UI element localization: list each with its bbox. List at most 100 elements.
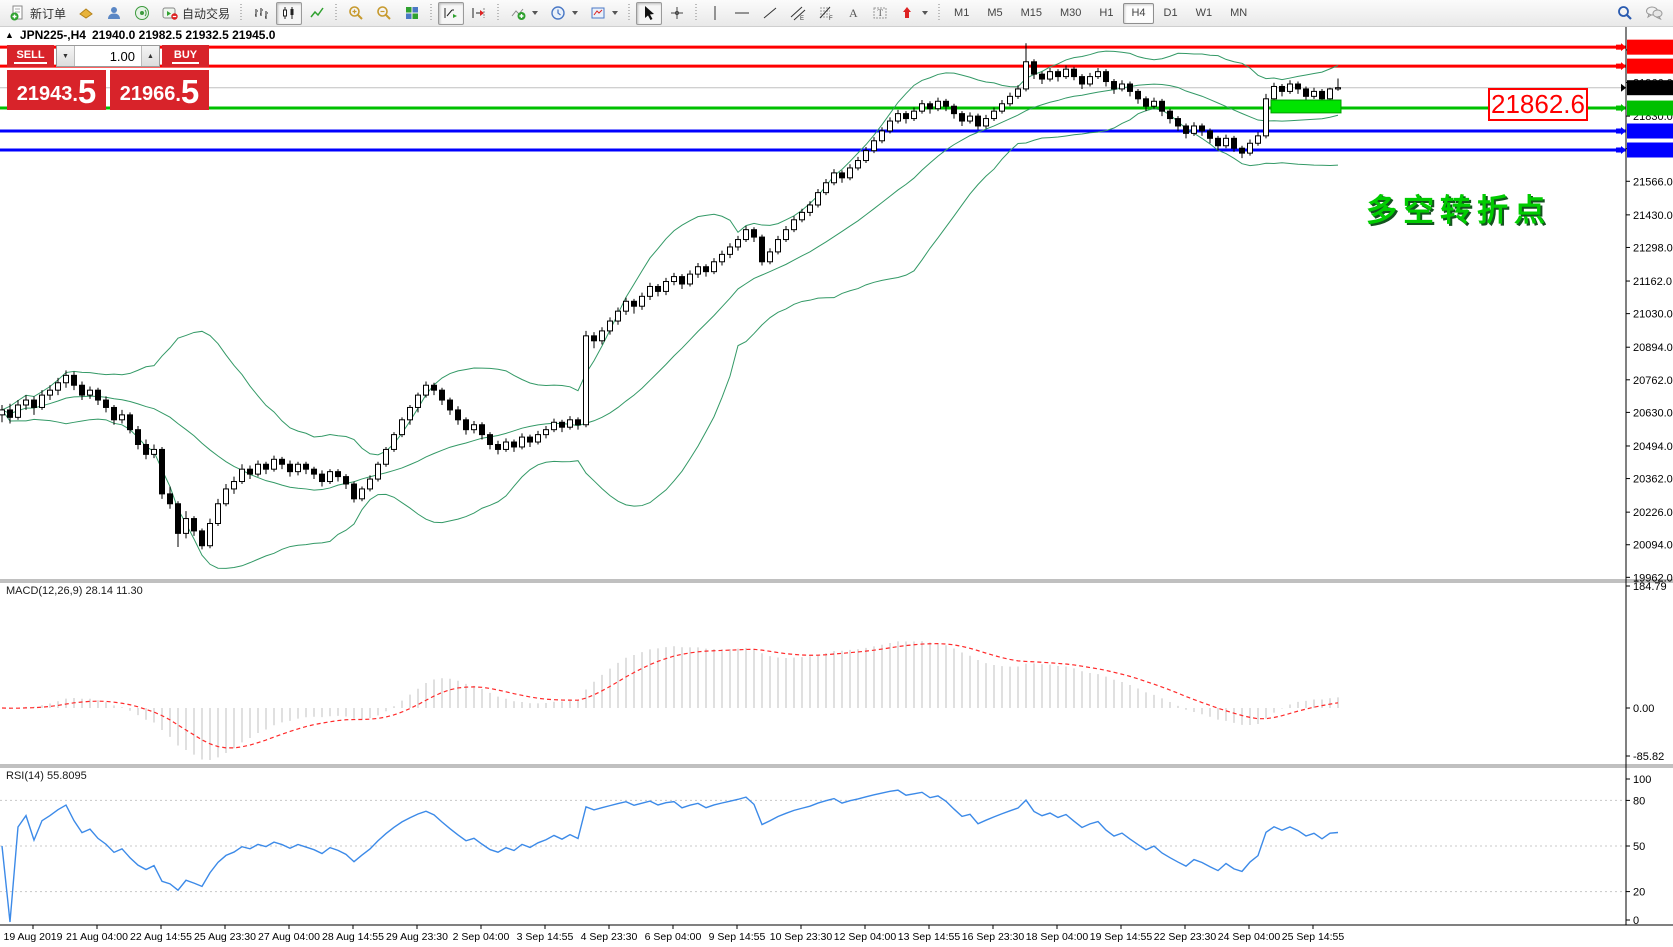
timeframe-h1[interactable]: H1 bbox=[1091, 3, 1121, 24]
volume-value[interactable]: 1.00 bbox=[75, 46, 141, 66]
svg-text:20362.0: 20362.0 bbox=[1633, 474, 1673, 486]
svg-text:184.79: 184.79 bbox=[1633, 581, 1667, 593]
line-chart-button[interactable] bbox=[304, 2, 330, 25]
price-annotation-box[interactable]: 21862.6 bbox=[1488, 88, 1588, 121]
indicators-button[interactable] bbox=[505, 2, 543, 25]
text-button[interactable]: A bbox=[841, 2, 865, 25]
market-watch-button[interactable] bbox=[73, 2, 99, 25]
objects-group: E F A T bbox=[702, 0, 934, 27]
chinese-annotation-text[interactable]: 多空转折点 bbox=[1366, 185, 1551, 230]
toolbar-grip bbox=[627, 4, 633, 22]
buy-price-display[interactable]: 21966. 5 bbox=[110, 70, 209, 110]
chart-shift-icon bbox=[472, 8, 485, 18]
arrows-button[interactable] bbox=[895, 2, 933, 25]
cursor-icon bbox=[645, 6, 655, 20]
search-button[interactable] bbox=[1612, 2, 1638, 25]
chart-shift-button[interactable] bbox=[466, 2, 492, 25]
axes-layer[interactable]: 22098.021966.021830.021698.021566.021430… bbox=[0, 27, 1673, 927]
auto-scroll-button[interactable] bbox=[438, 1, 465, 25]
crosshair-icon bbox=[671, 7, 684, 19]
vertical-line-button[interactable] bbox=[703, 2, 727, 25]
svg-text:22 Sep 23:30: 22 Sep 23:30 bbox=[1154, 931, 1217, 943]
horizontal-line-icon bbox=[735, 12, 750, 14]
profiles-button[interactable] bbox=[101, 2, 127, 25]
sell-button[interactable]: SELL bbox=[7, 45, 54, 67]
svg-text:20630.0: 20630.0 bbox=[1633, 407, 1673, 419]
text-label-button[interactable]: T bbox=[867, 2, 893, 25]
volume-increase-button[interactable]: ▲ bbox=[141, 46, 159, 66]
equidistant-channel-button[interactable]: E bbox=[785, 2, 811, 25]
templates-button[interactable] bbox=[585, 2, 623, 25]
fibonacci-icon: F bbox=[819, 6, 833, 21]
svg-text:21430.0: 21430.0 bbox=[1633, 210, 1673, 222]
fibonacci-button[interactable]: F bbox=[813, 2, 839, 25]
chart-type-group bbox=[247, 0, 331, 27]
svg-text:-85.82: -85.82 bbox=[1633, 751, 1664, 763]
periods-dropdown-arrow[interactable] bbox=[572, 11, 579, 15]
svg-text:16 Sep 23:30: 16 Sep 23:30 bbox=[962, 931, 1025, 943]
sell-price-display[interactable]: 21943. 5 bbox=[7, 70, 106, 110]
autotrading-button[interactable]: 自动交易 bbox=[157, 2, 235, 25]
trade-group: 新订单 自动交易 bbox=[4, 0, 236, 27]
timeframe-mn[interactable]: MN bbox=[1222, 3, 1255, 24]
autotrading-icon bbox=[162, 7, 178, 20]
candles-layer bbox=[0, 43, 1341, 550]
toolbar-grip bbox=[429, 4, 435, 22]
line-chart-icon bbox=[310, 7, 324, 18]
svg-text:20894.0: 20894.0 bbox=[1633, 342, 1673, 354]
timeframe-d1[interactable]: D1 bbox=[1156, 3, 1186, 24]
buy-button[interactable]: BUY bbox=[162, 45, 209, 67]
svg-text:22 Aug 14:55: 22 Aug 14:55 bbox=[130, 931, 192, 943]
arrows-icon bbox=[903, 7, 912, 18]
macd-histogram bbox=[9, 641, 1339, 760]
templates-dropdown-arrow[interactable] bbox=[612, 11, 619, 15]
chat-button[interactable] bbox=[1640, 2, 1668, 25]
timeframe-m30[interactable]: M30 bbox=[1052, 3, 1089, 24]
svg-text:25 Aug 23:30: 25 Aug 23:30 bbox=[194, 931, 256, 943]
volume-decrease-button[interactable]: ▼ bbox=[57, 46, 75, 66]
arrows-dropdown-arrow[interactable] bbox=[922, 11, 929, 15]
equidistant-channel-icon: E bbox=[790, 6, 806, 21]
chart-area[interactable]: 22098.021966.021830.021698.021566.021430… bbox=[0, 27, 1673, 947]
periods-button[interactable] bbox=[545, 2, 583, 25]
svg-text:A: A bbox=[849, 6, 858, 20]
tile-windows-button[interactable] bbox=[399, 2, 425, 25]
chart-ohlc-values: 21940.0 21982.5 21932.5 21945.0 bbox=[91, 28, 276, 42]
rect-object-layer[interactable] bbox=[1270, 99, 1342, 114]
text-icon: A bbox=[849, 6, 858, 20]
horizontal-line-button[interactable] bbox=[729, 2, 755, 25]
vertical-line-icon bbox=[714, 6, 716, 20]
svg-text:27 Aug 04:00: 27 Aug 04:00 bbox=[258, 931, 320, 943]
bar-chart-button[interactable] bbox=[248, 2, 274, 25]
svg-text:21566.0: 21566.0 bbox=[1633, 176, 1673, 188]
indicators-dropdown-arrow[interactable] bbox=[532, 11, 539, 15]
svg-text:10 Sep 23:30: 10 Sep 23:30 bbox=[770, 931, 833, 943]
toolbar-right-group bbox=[1611, 2, 1669, 25]
tile-windows-icon bbox=[406, 7, 419, 19]
zoom-out-button[interactable] bbox=[371, 2, 397, 25]
candle-chart-button[interactable] bbox=[276, 1, 303, 25]
svg-text:0.00: 0.00 bbox=[1633, 703, 1654, 715]
periods-clock-icon bbox=[551, 6, 565, 20]
toolbar-grip bbox=[694, 4, 700, 22]
crosshair-button[interactable] bbox=[664, 2, 690, 25]
svg-text:24 Sep 04:00: 24 Sep 04:00 bbox=[1218, 931, 1281, 943]
svg-text:20: 20 bbox=[1633, 887, 1645, 899]
zoom-in-button[interactable] bbox=[343, 2, 369, 25]
timeframe-w1[interactable]: W1 bbox=[1188, 3, 1221, 24]
green-rectangle-object[interactable] bbox=[1270, 99, 1342, 114]
cursor-button[interactable] bbox=[636, 1, 663, 25]
svg-text:20226.0: 20226.0 bbox=[1633, 507, 1673, 519]
timeframe-m1[interactable]: M1 bbox=[946, 3, 977, 24]
alerts-button[interactable] bbox=[129, 2, 155, 25]
time-axis[interactable]: 19 Aug 2019 21 Aug 04:00 22 Aug 14:55 25 Au… bbox=[4, 925, 1345, 943]
timeframe-m15[interactable]: M15 bbox=[1013, 3, 1050, 24]
toolbar-grip bbox=[239, 4, 245, 22]
timeframe-h4[interactable]: H4 bbox=[1123, 2, 1154, 24]
trendline-button[interactable] bbox=[757, 2, 783, 25]
timeframe-m5[interactable]: M5 bbox=[979, 3, 1010, 24]
svg-text:50: 50 bbox=[1633, 841, 1645, 853]
rsi-line bbox=[1, 789, 1339, 923]
new-order-button[interactable]: 新订单 bbox=[5, 2, 71, 25]
horizontal-line-objects[interactable] bbox=[0, 44, 1626, 153]
